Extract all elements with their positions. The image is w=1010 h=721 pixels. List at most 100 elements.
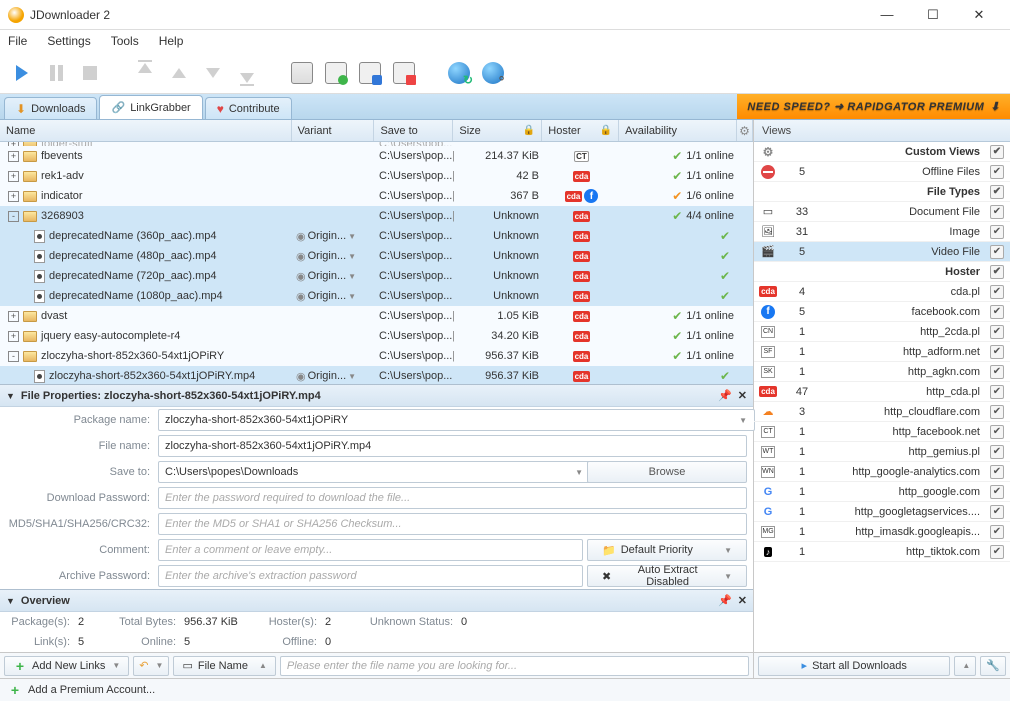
table-row[interactable]: +rek1-advC:\Users\pop... [1]42 Bcda✔1/1 … — [0, 166, 753, 186]
view-item[interactable]: SK1http_agkn.com✔ — [754, 362, 1010, 382]
table-row[interactable]: deprecatedName (1080p_aac).mp4◉Origin...… — [0, 286, 753, 306]
checkbox[interactable]: ✔ — [990, 405, 1004, 419]
menu-tools[interactable]: Tools — [111, 34, 139, 48]
clipboard-settings-button[interactable] — [356, 59, 384, 87]
pin-icon[interactable]: 📌 — [718, 389, 732, 402]
view-item[interactable]: 🎬5Video File✔ — [754, 242, 1010, 262]
col-hoster[interactable]: Hoster🔒 — [542, 120, 619, 141]
col-name[interactable]: Name — [0, 120, 292, 141]
checkbox[interactable]: ✔ — [990, 365, 1004, 379]
checkbox[interactable]: ✔ — [990, 285, 1004, 299]
menu-help[interactable]: Help — [159, 34, 184, 48]
hash-input[interactable] — [158, 513, 747, 535]
promo-banner[interactable]: NEED SPEED? ➜ RAPIDGATOR PREMIUM⬇ — [737, 94, 1010, 119]
col-save[interactable]: Save to — [374, 120, 453, 141]
maximize-button[interactable]: ☐ — [910, 0, 956, 30]
view-item[interactable]: G1http_google.com✔ — [754, 482, 1010, 502]
checkbox[interactable]: ✔ — [990, 145, 1004, 159]
view-item[interactable]: f5facebook.com✔ — [754, 302, 1010, 322]
stop-button[interactable] — [76, 59, 104, 87]
tree-expand-icon[interactable]: + — [8, 171, 19, 182]
dropdown-icon[interactable]: ▼ — [348, 252, 356, 261]
checkbox[interactable]: ✔ — [990, 525, 1004, 539]
view-item[interactable]: cda47http_cda.pl✔ — [754, 382, 1010, 402]
checkbox[interactable]: ✔ — [990, 165, 1004, 179]
view-item[interactable]: G1http_googletagservices....✔ — [754, 502, 1010, 522]
dropdown-icon[interactable]: ▼ — [348, 232, 356, 241]
checkbox[interactable]: ✔ — [990, 485, 1004, 499]
table-row[interactable]: +jquery easy-autocomplete-r4C:\Users\pop… — [0, 326, 753, 346]
checkbox[interactable]: ✔ — [990, 305, 1004, 319]
checkbox[interactable]: ✔ — [990, 205, 1004, 219]
checkbox[interactable]: ✔ — [990, 265, 1004, 279]
minimize-button[interactable]: — — [864, 0, 910, 30]
table-row[interactable]: +fbeventsC:\Users\pop... [1]214.37 KiBCT… — [0, 146, 753, 166]
pin-icon[interactable]: 📌 — [718, 594, 732, 607]
close-button[interactable]: ✕ — [956, 0, 1002, 30]
package-name-input[interactable] — [158, 409, 755, 431]
clipboard-button[interactable] — [288, 59, 316, 87]
table-row[interactable]: deprecatedName (720p_aac).mp4◉Origin...▼… — [0, 266, 753, 286]
view-item[interactable]: CT1http_facebook.net✔ — [754, 422, 1010, 442]
reconnect-button[interactable] — [445, 59, 473, 87]
checkbox[interactable]: ✔ — [990, 505, 1004, 519]
dropdown-icon[interactable]: ▼ — [348, 292, 356, 301]
filename-filter-button[interactable]: ▭File Name▲ — [173, 656, 275, 676]
priority-button[interactable]: 📁Default Priority▼ — [587, 539, 747, 561]
table-row[interactable]: +dvastC:\Users\pop... [1]1.05 KiBcda✔1/1… — [0, 306, 753, 326]
checkbox[interactable]: ✔ — [990, 185, 1004, 199]
move-down-button[interactable] — [199, 59, 227, 87]
checkbox[interactable]: ✔ — [990, 345, 1004, 359]
move-bottom-button[interactable] — [233, 59, 261, 87]
chevron-down-icon[interactable]: ▼ — [6, 391, 15, 401]
save-to-input[interactable] — [158, 461, 591, 483]
checkbox[interactable]: ✔ — [990, 385, 1004, 399]
start-dropdown[interactable]: ▲ — [954, 656, 976, 676]
table-row[interactable]: deprecatedName (480p_aac).mp4◉Origin...▼… — [0, 246, 753, 266]
view-item[interactable]: ▭33Document File✔ — [754, 202, 1010, 222]
checkbox[interactable]: ✔ — [990, 245, 1004, 259]
close-panel-icon[interactable]: ✕ — [738, 594, 747, 607]
tab-contribute[interactable]: ♥Contribute — [205, 97, 292, 119]
tools-button[interactable]: 🔧 — [980, 656, 1006, 676]
menu-file[interactable]: File — [8, 34, 27, 48]
connection-button[interactable] — [479, 59, 507, 87]
menu-settings[interactable]: Settings — [47, 34, 90, 48]
tree-expand-icon[interactable]: + — [8, 151, 19, 162]
tree-expand-icon[interactable]: + — [8, 191, 19, 202]
comment-input[interactable] — [158, 539, 583, 561]
auto-extract-button[interactable]: ✖Auto Extract Disabled▼ — [587, 565, 747, 587]
view-item[interactable]: WT1http_gemius.pl✔ — [754, 442, 1010, 462]
col-variant[interactable]: Variant — [292, 120, 375, 141]
search-input[interactable] — [280, 656, 749, 676]
view-item[interactable]: 🖼31Image✔ — [754, 222, 1010, 242]
dropdown-icon[interactable]: ▼ — [739, 416, 747, 425]
checkbox[interactable]: ✔ — [990, 225, 1004, 239]
add-premium-link[interactable]: Add a Premium Account... — [28, 684, 155, 696]
dropdown-icon[interactable]: ▼ — [348, 272, 356, 281]
table-row[interactable]: +indicatorC:\Users\pop... [6]367 Bcdaf✔1… — [0, 186, 753, 206]
checkbox[interactable]: ✔ — [990, 465, 1004, 479]
password-input[interactable] — [158, 487, 747, 509]
start-all-button[interactable]: ▸Start all Downloads — [758, 656, 950, 676]
table-body[interactable]: +folder-stuffC:\Users\pop...+fbeventsC:\… — [0, 142, 753, 384]
table-row[interactable]: deprecatedName (360p_aac).mp4◉Origin...▼… — [0, 226, 753, 246]
add-links-button[interactable]: +Add New Links▼ — [4, 656, 129, 676]
view-item[interactable]: cda4cda.pl✔ — [754, 282, 1010, 302]
dropdown-icon[interactable]: ▼ — [575, 468, 583, 477]
checkbox[interactable]: ✔ — [990, 445, 1004, 459]
move-top-button[interactable] — [131, 59, 159, 87]
clipboard-remove-button[interactable] — [390, 59, 418, 87]
checkbox[interactable]: ✔ — [990, 325, 1004, 339]
checkbox[interactable]: ✔ — [990, 425, 1004, 439]
clipboard-add-button[interactable] — [322, 59, 350, 87]
view-item[interactable]: CN1http_2cda.pl✔ — [754, 322, 1010, 342]
tree-expand-icon[interactable]: - — [8, 211, 19, 222]
tab-linkgrabber[interactable]: 🔗LinkGrabber — [99, 95, 202, 119]
table-row[interactable]: -3268903C:\Users\pop... [4]Unknowncda✔4/… — [0, 206, 753, 226]
view-item[interactable]: SF1http_adform.net✔ — [754, 342, 1010, 362]
table-row[interactable]: -zloczyha-short-852x360-54xt1jOPiRYC:\Us… — [0, 346, 753, 366]
pause-button[interactable] — [42, 59, 70, 87]
view-item[interactable]: WN1http_google-analytics.com✔ — [754, 462, 1010, 482]
col-size[interactable]: Size🔒 — [453, 120, 542, 141]
